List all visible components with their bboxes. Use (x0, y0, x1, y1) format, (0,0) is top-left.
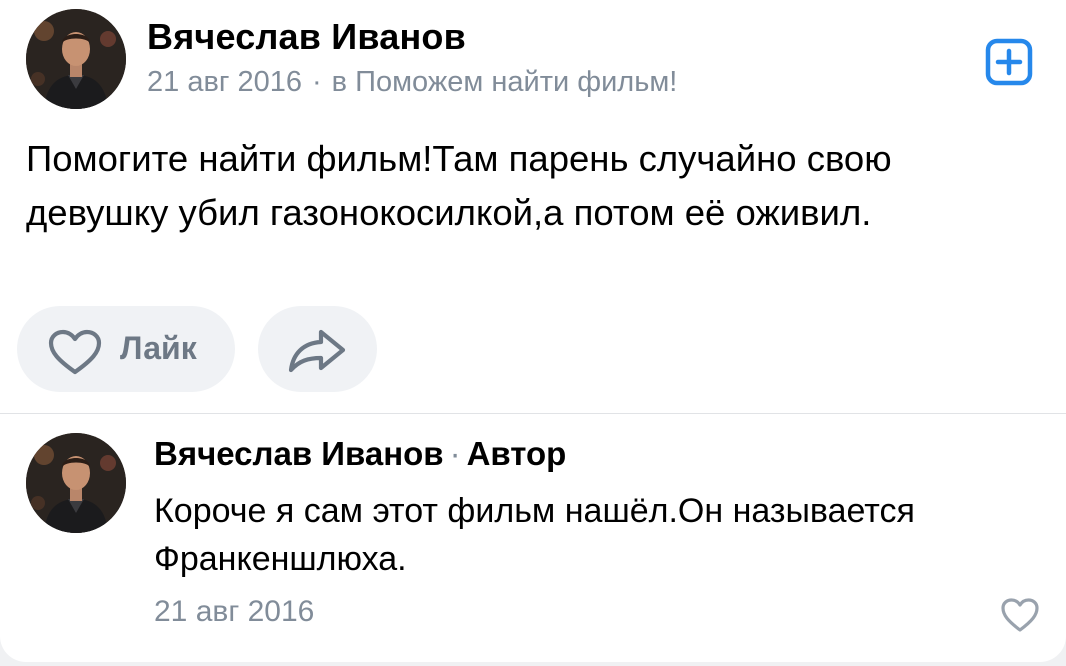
heart-outline-icon (48, 329, 102, 375)
post-author-avatar[interactable] (26, 9, 126, 109)
post-author-name[interactable]: Вячеслав Иванов (147, 16, 466, 58)
comment-text-line: Короче я сам этот фильм нашёл.Он называе… (154, 492, 915, 530)
post-text: Помогите найти фильм!Там парень случайно… (26, 132, 1036, 240)
post-card: Вячеслав Иванов 21 авг 2016 · в Поможем на… (0, 0, 1066, 662)
divider (0, 413, 1066, 414)
comment-text-line: Франкеншлюха. (154, 540, 407, 578)
comment-author-avatar[interactable] (26, 433, 126, 533)
comment-author-name[interactable]: Вячеслав Иванов (154, 435, 444, 472)
comment-text: Короче я сам этот фильм нашёл.Он называе… (154, 487, 1034, 583)
post-text-line: девушку убил газонокосилкой,а потом её о… (26, 192, 872, 233)
subscribe-button[interactable] (985, 38, 1033, 86)
plus-square-icon (985, 38, 1033, 86)
meta-separator: · (312, 66, 322, 98)
comment-date: 21 авг 2016 (154, 595, 315, 628)
comment-header: Вячеслав Иванов · Автор (154, 435, 566, 473)
heart-outline-icon (1001, 598, 1039, 632)
comment-like-button[interactable] (1000, 597, 1040, 633)
comment-separator: · (449, 435, 461, 472)
post-meta: 21 авг 2016 · в Поможем найти фильм! (147, 66, 677, 99)
like-label: Лайк (120, 330, 197, 366)
avatar-photo (26, 433, 126, 533)
avatar-photo (26, 9, 126, 109)
share-button[interactable] (258, 306, 377, 392)
share-arrow-icon (288, 329, 346, 373)
post-date: 21 авг 2016 (147, 66, 302, 98)
post-text-line: Помогите найти фильм!Там парень случайно… (26, 138, 892, 179)
like-button[interactable]: Лайк (17, 306, 235, 392)
post-community-link[interactable]: в Поможем найти фильм! (332, 66, 678, 98)
author-badge: Автор (466, 435, 567, 472)
